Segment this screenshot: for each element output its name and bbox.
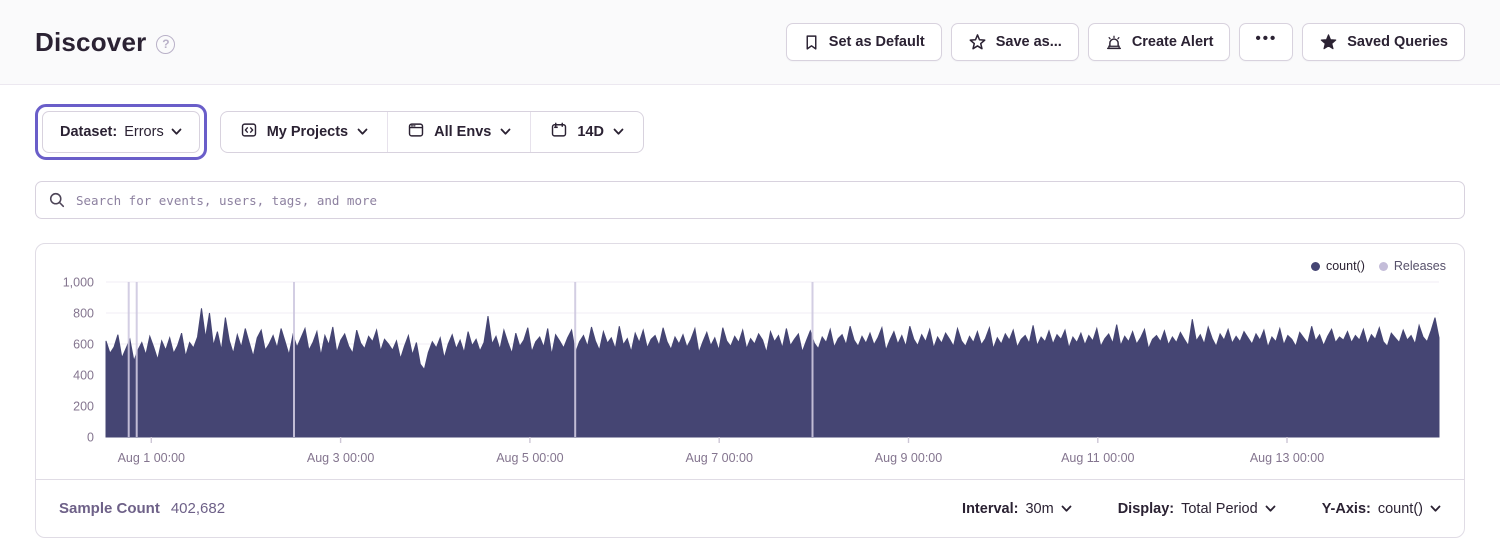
search-icon	[48, 191, 66, 214]
dataset-label: Dataset:	[60, 124, 117, 140]
yaxis-label: Y-Axis:	[1322, 501, 1371, 517]
display-value: Total Period	[1181, 501, 1258, 517]
header-actions: Set as Default Save as... Create Alert •…	[786, 23, 1465, 61]
svg-text:Aug 5 00:00: Aug 5 00:00	[496, 451, 563, 465]
chart-panel: count() Releases 0 200 400 600 800 1,000 Aug 1…	[35, 243, 1465, 538]
page-filter-group: My Projects All Envs	[220, 111, 644, 153]
svg-text:800: 800	[73, 307, 94, 321]
area-chart: 0 200 400 600 800 1,000 Aug 1 00:00 Aug 3 00:00…	[36, 244, 1464, 479]
dataset-selector[interactable]: Dataset: Errors	[42, 111, 200, 153]
dataset-value: Errors	[124, 124, 163, 140]
footer-controls: Interval: 30m Display: Total Period Y-Ax…	[962, 501, 1441, 517]
calendar-icon	[550, 121, 568, 143]
display-dropdown[interactable]: Display: Total Period	[1118, 501, 1276, 517]
dataset-highlight-ring: Dataset: Errors	[35, 104, 207, 160]
legend-label-releases: Releases	[1394, 259, 1446, 273]
yaxis-value: count()	[1378, 501, 1423, 517]
display-label: Display:	[1118, 501, 1174, 517]
chart-legend: count() Releases	[1311, 259, 1446, 273]
chevron-down-icon	[171, 124, 182, 140]
saved-queries-button[interactable]: Saved Queries	[1302, 23, 1465, 61]
legend-dot-count	[1311, 262, 1320, 271]
project-icon	[240, 121, 258, 143]
search-bar	[35, 181, 1465, 219]
svg-text:Aug 7 00:00: Aug 7 00:00	[685, 451, 752, 465]
chevron-down-icon	[500, 124, 511, 140]
svg-text:Aug 13 00:00: Aug 13 00:00	[1250, 451, 1324, 465]
set-default-button[interactable]: Set as Default	[786, 23, 942, 61]
environment-label: All Envs	[434, 124, 491, 140]
sample-count-value: 402,682	[171, 500, 225, 517]
legend-dot-releases	[1379, 262, 1388, 271]
save-as-button[interactable]: Save as...	[951, 23, 1079, 61]
star-filled-icon	[1319, 33, 1338, 52]
svg-text:400: 400	[73, 369, 94, 383]
yaxis-dropdown[interactable]: Y-Axis: count()	[1322, 501, 1441, 517]
project-label: My Projects	[267, 124, 348, 140]
interval-dropdown[interactable]: Interval: 30m	[962, 501, 1072, 517]
chevron-down-icon	[1061, 501, 1072, 517]
svg-text:0: 0	[87, 431, 94, 445]
more-options-button[interactable]: •••	[1239, 23, 1293, 61]
chevron-down-icon	[357, 124, 368, 140]
svg-text:600: 600	[73, 338, 94, 352]
chevron-down-icon	[1265, 501, 1276, 517]
saved-queries-label: Saved Queries	[1347, 34, 1448, 50]
sample-count-label: Sample Count	[59, 500, 160, 517]
chart-region: count() Releases 0 200 400 600 800 1,000 Aug 1…	[36, 244, 1464, 479]
title-wrap: Discover ?	[35, 27, 175, 58]
interval-value: 30m	[1025, 501, 1053, 517]
sample-count: Sample Count 402,682	[59, 500, 225, 517]
siren-icon	[1105, 33, 1123, 52]
save-as-label: Save as...	[996, 34, 1062, 50]
search-input[interactable]	[35, 181, 1465, 219]
interval-label: Interval:	[962, 501, 1018, 517]
svg-text:Aug 3 00:00: Aug 3 00:00	[307, 451, 374, 465]
page-title: Discover	[35, 27, 146, 58]
environment-selector[interactable]: All Envs	[387, 112, 530, 152]
page-header: Discover ? Set as Default Save as...	[0, 0, 1500, 85]
svg-text:Aug 9 00:00: Aug 9 00:00	[875, 451, 942, 465]
filter-toolbar: Dataset: Errors My Projects	[35, 104, 1465, 160]
window-icon	[407, 121, 425, 143]
create-alert-button[interactable]: Create Alert	[1088, 23, 1231, 61]
create-alert-label: Create Alert	[1132, 34, 1214, 50]
set-default-label: Set as Default	[829, 34, 925, 50]
svg-text:1,000: 1,000	[63, 276, 94, 290]
svg-text:Aug 1 00:00: Aug 1 00:00	[118, 451, 185, 465]
date-range-selector[interactable]: 14D	[530, 112, 643, 152]
legend-label-count: count()	[1326, 259, 1365, 273]
svg-text:200: 200	[73, 400, 94, 414]
chart-panel-footer: Sample Count 402,682 Interval: 30m Displ…	[36, 479, 1464, 537]
date-range-label: 14D	[577, 124, 604, 140]
chevron-down-icon	[1430, 501, 1441, 517]
bookmark-icon	[803, 33, 820, 52]
star-outline-icon	[968, 33, 987, 52]
project-selector[interactable]: My Projects	[221, 112, 387, 152]
legend-item-count[interactable]: count()	[1311, 259, 1365, 273]
legend-item-releases[interactable]: Releases	[1379, 259, 1446, 273]
svg-text:Aug 11 00:00: Aug 11 00:00	[1061, 451, 1134, 465]
question-circle-icon[interactable]: ?	[156, 35, 175, 54]
chevron-down-icon	[613, 124, 624, 140]
